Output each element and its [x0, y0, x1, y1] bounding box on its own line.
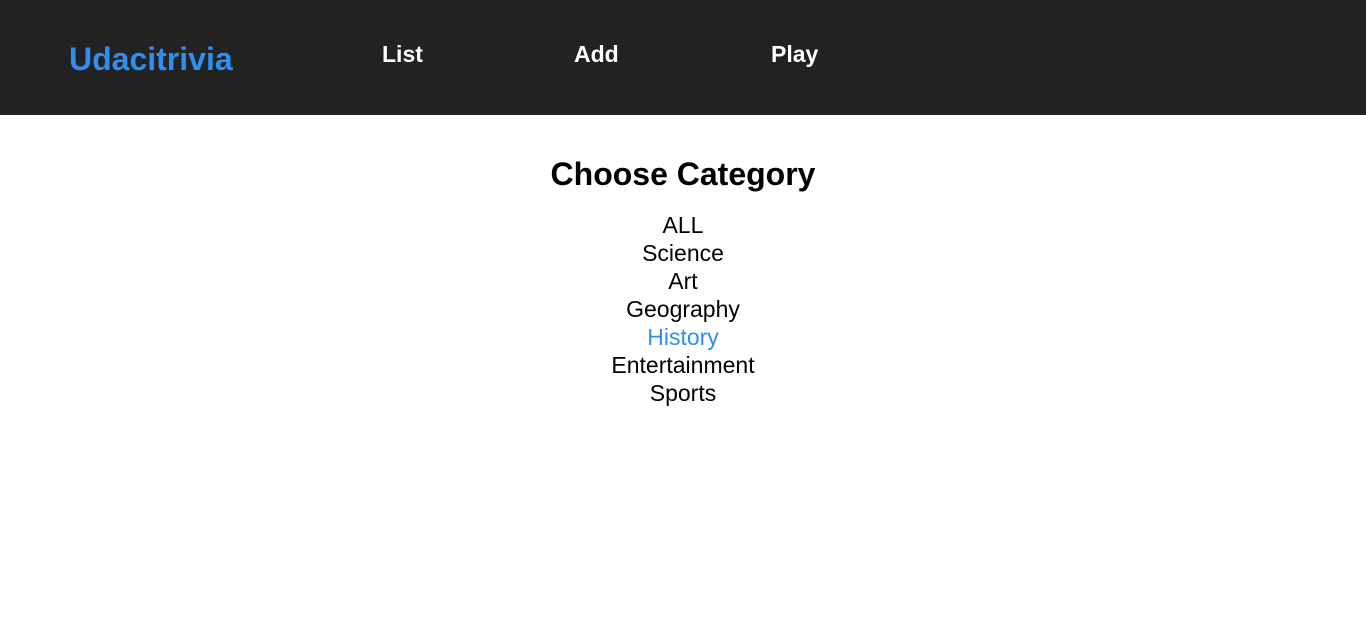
brand-logo[interactable]: Udacitrivia [69, 40, 233, 78]
category-item-art[interactable]: Art [0, 267, 1366, 295]
nav-link-play[interactable]: Play [771, 40, 818, 68]
nav-link-list[interactable]: List [382, 40, 423, 68]
nav-link-add[interactable]: Add [574, 40, 619, 68]
category-item-science[interactable]: Science [0, 239, 1366, 267]
category-list: ALL Science Art Geography History Entert… [0, 211, 1366, 407]
category-item-sports[interactable]: Sports [0, 379, 1366, 407]
category-item-all[interactable]: ALL [0, 211, 1366, 239]
category-item-entertainment[interactable]: Entertainment [0, 351, 1366, 379]
navbar: Udacitrivia List Add Play [0, 0, 1366, 115]
page-title: Choose Category [550, 156, 816, 192]
category-item-history[interactable]: History [0, 323, 1366, 351]
category-item-geography[interactable]: Geography [0, 295, 1366, 323]
